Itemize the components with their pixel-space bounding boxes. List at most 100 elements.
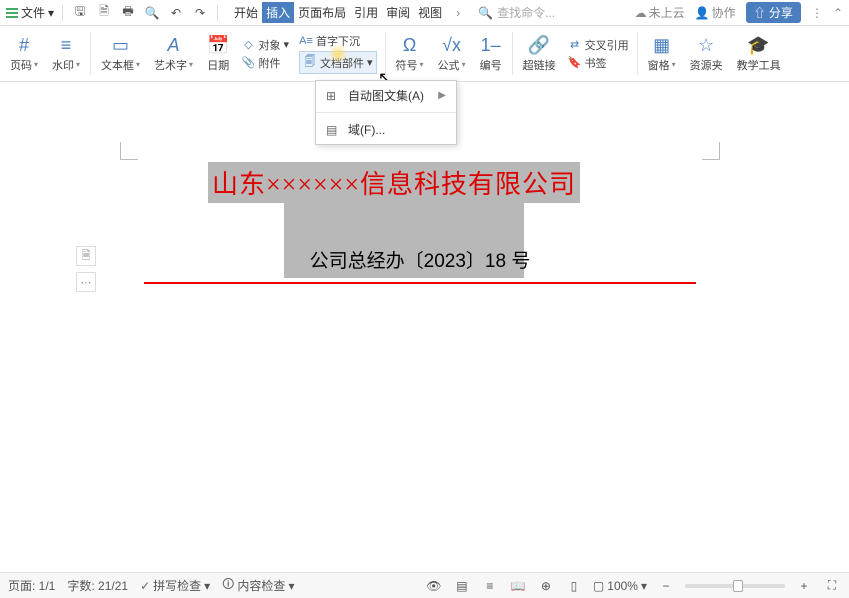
- textbox-button[interactable]: ▭ 文本框▾: [95, 26, 146, 81]
- autotext-menu-item[interactable]: ⊞ 自动图文集(A) ▶: [316, 81, 456, 110]
- view-read-icon[interactable]: 📖: [509, 577, 527, 595]
- view-layout-icon[interactable]: ▯: [565, 577, 583, 595]
- more-icon[interactable]: ⋮: [811, 6, 823, 20]
- title-bar: 文件 ▾ 🖫 🗎 🖶 🔍 ↶ ↷ 开始 插入 页面布局 引用 审阅 视图 › 🔍…: [0, 0, 849, 26]
- formula-icon: √x: [442, 35, 461, 57]
- separator: [217, 5, 218, 21]
- tab-view[interactable]: 视图: [414, 2, 446, 23]
- hyperlink-button[interactable]: 🔗 超链接: [517, 26, 562, 81]
- side-doc-icon[interactable]: 🗎: [76, 246, 96, 266]
- export-icon[interactable]: 🗎: [95, 4, 113, 22]
- ribbon-insert: # 页码▾ ≡ 水印▾ ▭ 文本框▾ A 艺术字▾ 📅 日期 ◇对象 ▾ 📎附件…: [0, 26, 849, 82]
- pane-icon: ▦: [653, 35, 670, 57]
- eye-icon[interactable]: 👁: [425, 577, 443, 595]
- watermark-button[interactable]: ≡ 水印▾: [46, 26, 86, 81]
- print-icon[interactable]: 🖶: [119, 4, 137, 22]
- separator: [90, 32, 91, 75]
- search-icon: 🔍: [478, 6, 493, 20]
- link-icon: 🔗: [528, 35, 550, 57]
- margin-marker-right: [702, 142, 720, 160]
- document-area: 🗎 ⋯ 山东××××××信息科技有限公司 公司总经办〔2023〕18 号: [0, 82, 849, 572]
- tab-insert[interactable]: 插入: [262, 2, 294, 23]
- crossref-icon: ⇄: [568, 38, 582, 51]
- star-folder-icon: ☆: [698, 35, 714, 57]
- pane-button[interactable]: ▦ 窗格▾: [642, 26, 682, 81]
- print-preview-icon[interactable]: 🔍: [143, 4, 161, 22]
- wordart-button[interactable]: A 艺术字▾: [148, 26, 199, 81]
- object-attachment-group: ◇对象 ▾ 📎附件: [237, 26, 293, 81]
- dropcap-button[interactable]: A≡首字下沉: [299, 33, 377, 49]
- status-right: 👁 ▤ ≡ 📖 ⊕ ▯ ▢ 100% ▾ − + ⛶: [425, 577, 841, 595]
- wordart-icon: A: [168, 35, 180, 57]
- cloud-status[interactable]: ☁ 未上云: [635, 4, 685, 21]
- date-button[interactable]: 📅 日期: [201, 26, 235, 81]
- teaching-icon: 🎓: [747, 35, 769, 57]
- numbering-icon: 1‒: [481, 35, 501, 57]
- view-print-icon[interactable]: ▤: [453, 577, 471, 595]
- submenu-arrow-icon: ▶: [438, 90, 446, 101]
- file-menu[interactable]: 文件 ▾: [6, 4, 54, 21]
- symbol-button[interactable]: Ω 符号▾: [390, 26, 430, 81]
- resources-button[interactable]: ☆ 资源夹: [684, 26, 729, 81]
- chevron-down-icon: ▾: [48, 6, 54, 20]
- bookmark-button[interactable]: 🔖书签: [568, 55, 629, 71]
- crossref-button[interactable]: ⇄交叉引用: [568, 37, 629, 53]
- fit-width-icon[interactable]: ⛶: [823, 577, 841, 595]
- search-placeholder: 查找命令...: [497, 4, 555, 21]
- contentcheck-toggle[interactable]: 🛈内容检查 ▾: [222, 575, 294, 596]
- zoom-thumb[interactable]: [733, 580, 743, 592]
- zoom-in-icon[interactable]: +: [795, 577, 813, 595]
- docparts-button[interactable]: 🗐文档部件 ▾: [299, 51, 377, 74]
- zoom-out-icon[interactable]: −: [657, 577, 675, 595]
- tab-references[interactable]: 引用: [350, 2, 382, 23]
- numbering-button[interactable]: 1‒ 编号: [474, 26, 508, 81]
- separator: [637, 32, 638, 75]
- tab-review[interactable]: 审阅: [382, 2, 414, 23]
- zoom-select[interactable]: ▢ 100% ▾: [593, 579, 647, 593]
- side-options-icon[interactable]: ⋯: [76, 272, 96, 292]
- page-number-button[interactable]: # 页码▾: [4, 26, 44, 81]
- tab-start[interactable]: 开始: [230, 2, 262, 23]
- calendar-icon: 📅: [207, 35, 229, 57]
- crossref-bookmark-group: ⇄交叉引用 🔖书签: [564, 26, 633, 81]
- tabs-overflow-icon[interactable]: ›: [452, 6, 464, 20]
- docparts-icon: 🗐: [303, 53, 317, 72]
- paperclip-icon: 📎: [241, 56, 255, 69]
- separator: [62, 5, 63, 21]
- hamburger-icon: [6, 8, 18, 18]
- textbox-icon: ▭: [112, 35, 129, 57]
- field-menu-item[interactable]: ▤ 域(F)...: [316, 115, 456, 144]
- contentcheck-icon: 🛈: [222, 575, 234, 596]
- ribbon-tabs: 开始 插入 页面布局 引用 审阅 视图: [230, 2, 446, 23]
- dropcap-docparts-group: A≡首字下沉 🗐文档部件 ▾: [295, 26, 381, 81]
- page-number-icon: #: [19, 35, 29, 57]
- redo-icon[interactable]: ↷: [191, 4, 209, 22]
- collapse-ribbon-icon[interactable]: ⌃: [833, 6, 843, 20]
- tab-layout[interactable]: 页面布局: [294, 2, 350, 23]
- object-button[interactable]: ◇对象 ▾: [241, 37, 289, 53]
- spellcheck-toggle[interactable]: ✓拼写检查 ▾: [140, 577, 210, 594]
- object-icon: ◇: [241, 38, 255, 51]
- doc-subtitle[interactable]: 公司总经办〔2023〕18 号: [220, 246, 620, 273]
- view-web-icon[interactable]: ⊕: [537, 577, 555, 595]
- autotext-icon: ⊞: [326, 89, 340, 103]
- separator: [385, 32, 386, 75]
- zoom-slider[interactable]: [685, 584, 785, 588]
- word-count[interactable]: 字数: 21/21: [67, 577, 128, 594]
- field-icon: ▤: [326, 123, 340, 137]
- spellcheck-icon: ✓: [140, 579, 150, 593]
- attachment-button[interactable]: 📎附件: [241, 55, 289, 71]
- margin-marker-left: [120, 142, 138, 160]
- page-indicator[interactable]: 页面: 1/1: [8, 577, 55, 594]
- view-outline-icon[interactable]: ≡: [481, 577, 499, 595]
- undo-icon[interactable]: ↶: [167, 4, 185, 22]
- save-icon[interactable]: 🖫: [71, 4, 89, 22]
- command-search[interactable]: 🔍 查找命令...: [478, 4, 555, 21]
- file-label: 文件: [21, 4, 45, 21]
- collab-button[interactable]: 👤 协作: [695, 4, 736, 21]
- selection-side-panel: 🗎 ⋯: [76, 246, 96, 292]
- teaching-tools-button[interactable]: 🎓 教学工具: [731, 26, 787, 81]
- share-button[interactable]: ⇧ 分享: [746, 2, 801, 23]
- separator: [512, 32, 513, 75]
- formula-button[interactable]: √x 公式▾: [432, 26, 472, 81]
